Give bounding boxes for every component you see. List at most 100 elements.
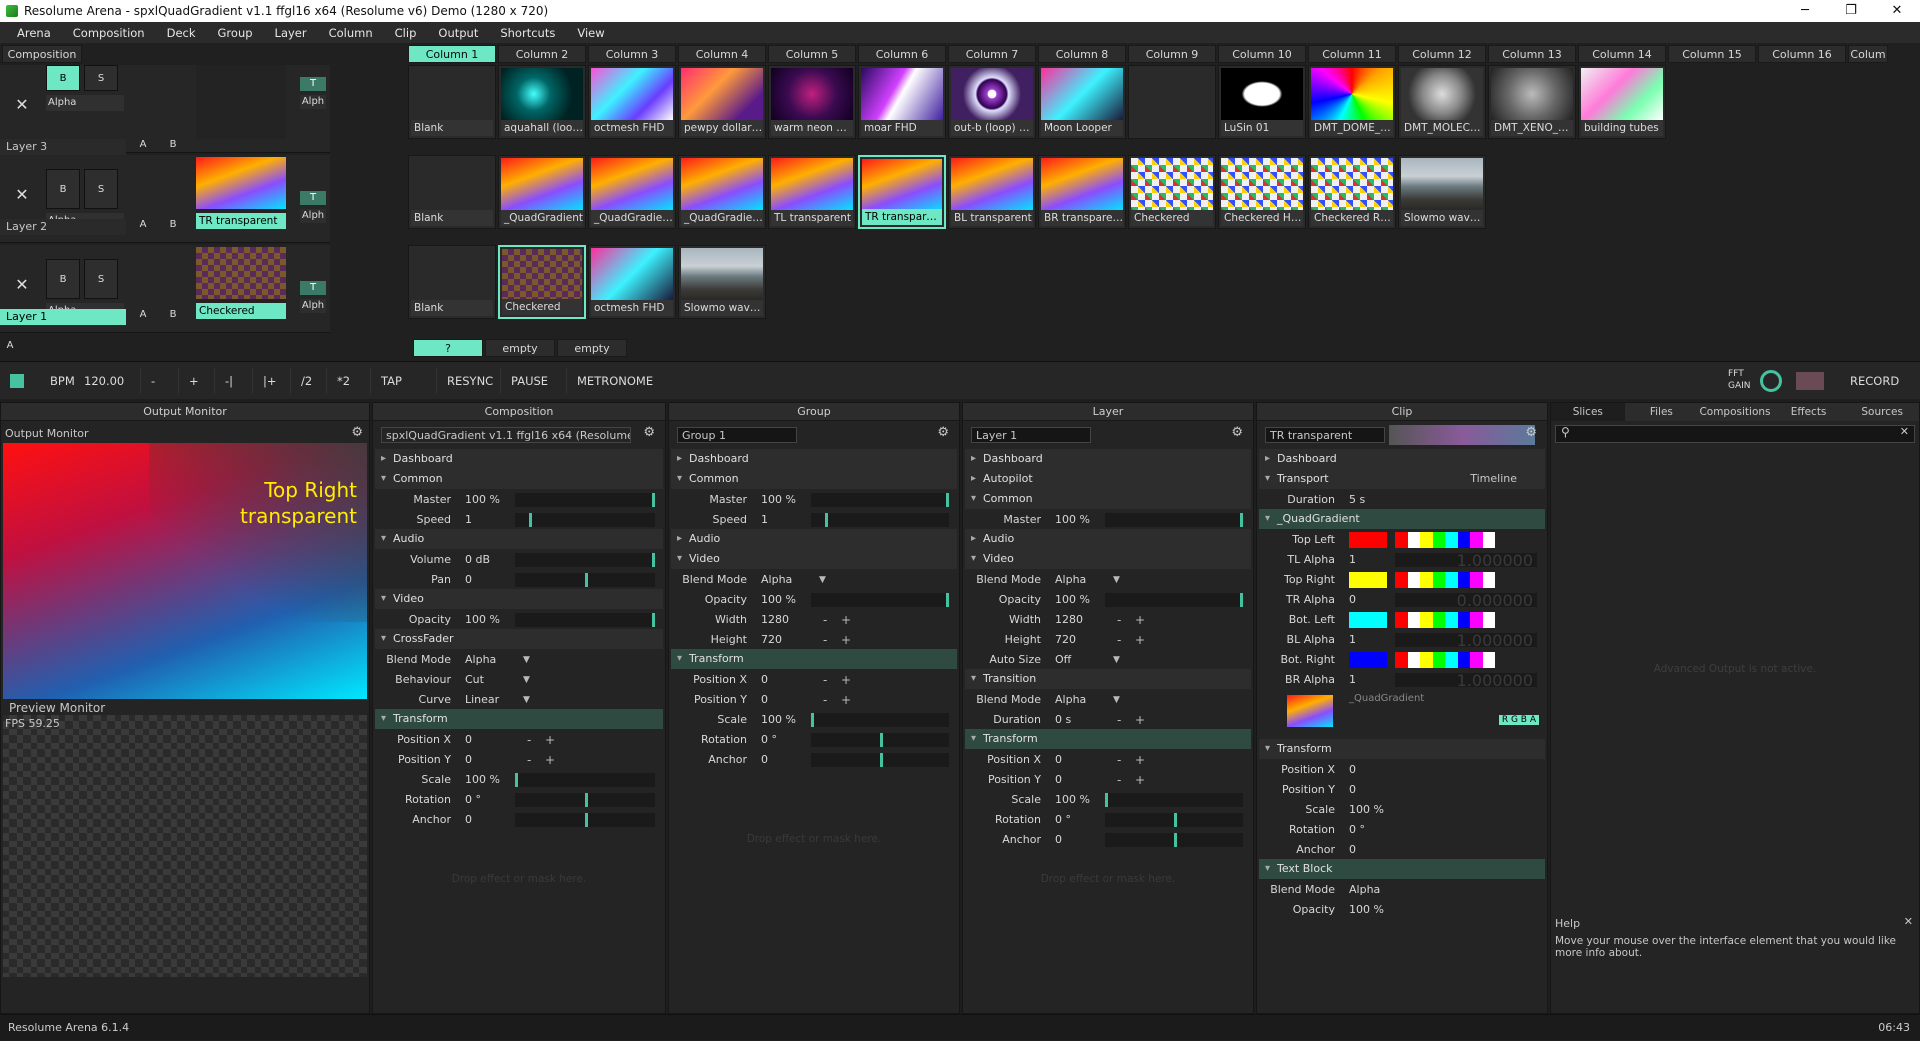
layer-b-button[interactable]: B bbox=[166, 219, 180, 230]
section-common[interactable]: Common bbox=[965, 489, 1251, 509]
clip-slot[interactable]: moar FHD bbox=[858, 65, 946, 139]
column-header-10[interactable]: Column 10 bbox=[1218, 45, 1306, 63]
param-row[interactable]: Volume 0 dB bbox=[377, 549, 661, 571]
clip-slot[interactable]: TR transparent bbox=[858, 155, 946, 229]
chevron-down-icon[interactable]: ▼ bbox=[1113, 649, 1120, 671]
layer-bypass-button[interactable]: B bbox=[46, 169, 80, 209]
section-dashboard[interactable]: Dashboard bbox=[1259, 449, 1545, 469]
minimize-icon[interactable]: ─ bbox=[1782, 0, 1828, 22]
param-row[interactable]: Width 1280 - + bbox=[967, 609, 1249, 631]
chevron-down-icon[interactable]: ▼ bbox=[1113, 569, 1120, 591]
deck-tab-1[interactable]: empty bbox=[485, 339, 555, 357]
layer-a-button[interactable]: A bbox=[136, 309, 150, 320]
color-swatch[interactable] bbox=[1349, 572, 1387, 588]
color-swatch[interactable] bbox=[1349, 532, 1387, 548]
param-row[interactable]: Top Right bbox=[1261, 569, 1543, 591]
deck-tab-0[interactable]: ?QuadGradient bbox=[413, 339, 491, 373]
layer-transition-button[interactable]: T bbox=[300, 191, 326, 205]
clip-slot[interactable]: octmesh FHD bbox=[588, 65, 676, 139]
param-row[interactable]: Opacity 100 % bbox=[967, 589, 1249, 611]
layer-name-field[interactable]: Layer 1 bbox=[971, 427, 1091, 443]
plus-icon[interactable]: + bbox=[841, 669, 851, 691]
deck-tab-2[interactable]: empty bbox=[557, 339, 627, 357]
bpm-value[interactable]: 120.00 bbox=[74, 368, 134, 394]
timeline-select[interactable]: Timeline bbox=[1470, 472, 1517, 485]
section-text-block[interactable]: Text Block bbox=[1259, 859, 1545, 879]
gear-icon[interactable]: ⚙ bbox=[351, 425, 363, 440]
menu-item-8[interactable]: Shortcuts bbox=[489, 26, 566, 40]
clip-slot[interactable]: warm neon birth ... bbox=[768, 65, 856, 139]
menu-item-6[interactable]: Clip bbox=[384, 26, 428, 40]
param-slider[interactable] bbox=[515, 513, 655, 527]
minus-icon[interactable]: - bbox=[1117, 769, 1121, 791]
section-crossfader[interactable]: CrossFader bbox=[375, 629, 663, 649]
layer-bypass-button[interactable]: B bbox=[46, 65, 80, 91]
layer-bypass-button[interactable]: B bbox=[46, 259, 80, 299]
clip-slot[interactable]: Blank bbox=[408, 245, 496, 319]
param-row[interactable]: Blend Mode Alpha bbox=[1261, 879, 1543, 901]
param-row[interactable]: Master 100 % bbox=[673, 489, 955, 511]
transport-button-4[interactable]: /2 bbox=[290, 368, 322, 394]
plus-icon[interactable]: + bbox=[545, 749, 555, 771]
param-slider[interactable] bbox=[1105, 793, 1243, 807]
clip-slot[interactable]: DMT_XENO_CHA... bbox=[1488, 65, 1576, 139]
clip-slot[interactable]: octmesh FHD bbox=[588, 245, 676, 319]
param-row[interactable]: Rotation 0 ° bbox=[377, 789, 661, 811]
gear-icon[interactable]: ⚙ bbox=[643, 425, 655, 440]
section-transform[interactable]: Transform bbox=[375, 709, 663, 729]
color-swatch[interactable] bbox=[1349, 612, 1387, 628]
transport-button-7[interactable]: RESYNC bbox=[436, 368, 503, 394]
plus-icon[interactable]: + bbox=[841, 609, 851, 631]
param-row[interactable]: BR Alpha 1 1.000000 bbox=[1261, 669, 1543, 691]
column-header-12[interactable]: Column 12 bbox=[1398, 45, 1486, 63]
search-input[interactable] bbox=[1555, 425, 1915, 443]
plus-icon[interactable]: + bbox=[1135, 629, 1145, 651]
clip-slot[interactable]: Slowmo wave crash bbox=[1398, 155, 1486, 229]
column-header-8[interactable]: Column 8 bbox=[1038, 45, 1126, 63]
minus-icon[interactable]: - bbox=[527, 749, 531, 771]
layer-blend-select[interactable]: Alpha bbox=[46, 95, 124, 111]
param-row[interactable]: Scale 100 % bbox=[967, 789, 1249, 811]
menu-item-4[interactable]: Layer bbox=[264, 26, 318, 40]
layer-name-1[interactable]: Layer 1 bbox=[0, 309, 126, 325]
menu-item-3[interactable]: Group bbox=[207, 26, 264, 40]
clip-slot[interactable]: _QuadGradientHSB bbox=[588, 155, 676, 229]
param-row[interactable]: Curve Linear ▼ bbox=[377, 689, 661, 711]
column-header-6[interactable]: Column 6 bbox=[858, 45, 946, 63]
layer-solo-button[interactable]: S bbox=[84, 169, 118, 209]
chevron-down-icon[interactable]: ▼ bbox=[1113, 689, 1120, 711]
param-slider[interactable] bbox=[515, 793, 655, 807]
param-slider[interactable]: 1.000000 bbox=[1395, 671, 1537, 690]
param-row[interactable]: Position Y 0 - + bbox=[673, 689, 955, 711]
clip-slot[interactable]: out-b (loop) FHD bbox=[948, 65, 1036, 139]
section-dashboard[interactable]: Dashboard bbox=[965, 449, 1251, 469]
param-row[interactable]: Scale 100 % bbox=[673, 709, 955, 731]
color-palette[interactable] bbox=[1395, 572, 1495, 588]
column-header-17[interactable]: Colum bbox=[1848, 45, 1888, 63]
clip-slot[interactable]: TL transparent bbox=[768, 155, 856, 229]
clear-search-icon[interactable]: ✕ bbox=[1900, 425, 1909, 438]
transport-button-0[interactable]: - bbox=[140, 368, 165, 394]
layer-transition-button[interactable]: T bbox=[300, 281, 326, 295]
menu-item-2[interactable]: Deck bbox=[156, 26, 207, 40]
section-transform[interactable]: Transform bbox=[671, 649, 957, 669]
clip-slot[interactable]: Blank bbox=[408, 65, 496, 139]
param-row[interactable]: Height 720 - + bbox=[967, 629, 1249, 651]
param-row[interactable]: Rotation 0 ° bbox=[673, 729, 955, 751]
param-row[interactable]: Bot. Right bbox=[1261, 649, 1543, 671]
chevron-down-icon[interactable]: ▼ bbox=[523, 689, 530, 711]
clip-slot[interactable]: pewpy dollar sign... bbox=[678, 65, 766, 139]
clip-slot[interactable]: Checkered bbox=[498, 245, 586, 319]
record-button[interactable]: RECORD bbox=[1840, 368, 1909, 394]
clip-slot[interactable]: aquahall (loop) FHD bbox=[498, 65, 586, 139]
section-audio[interactable]: Audio bbox=[965, 529, 1251, 549]
section-audio[interactable]: Audio bbox=[671, 529, 957, 549]
layer-clear-icon[interactable]: ✕ bbox=[8, 185, 36, 204]
section-audio[interactable]: Audio bbox=[375, 529, 663, 549]
layer-name-3[interactable]: Layer 3 bbox=[0, 139, 126, 155]
minus-icon[interactable]: - bbox=[1117, 749, 1121, 771]
layer-clear-icon[interactable]: ✕ bbox=[8, 275, 36, 294]
param-slider[interactable] bbox=[515, 573, 655, 587]
plus-icon[interactable]: + bbox=[1135, 769, 1145, 791]
column-header-1[interactable]: Column 1 bbox=[408, 45, 496, 63]
